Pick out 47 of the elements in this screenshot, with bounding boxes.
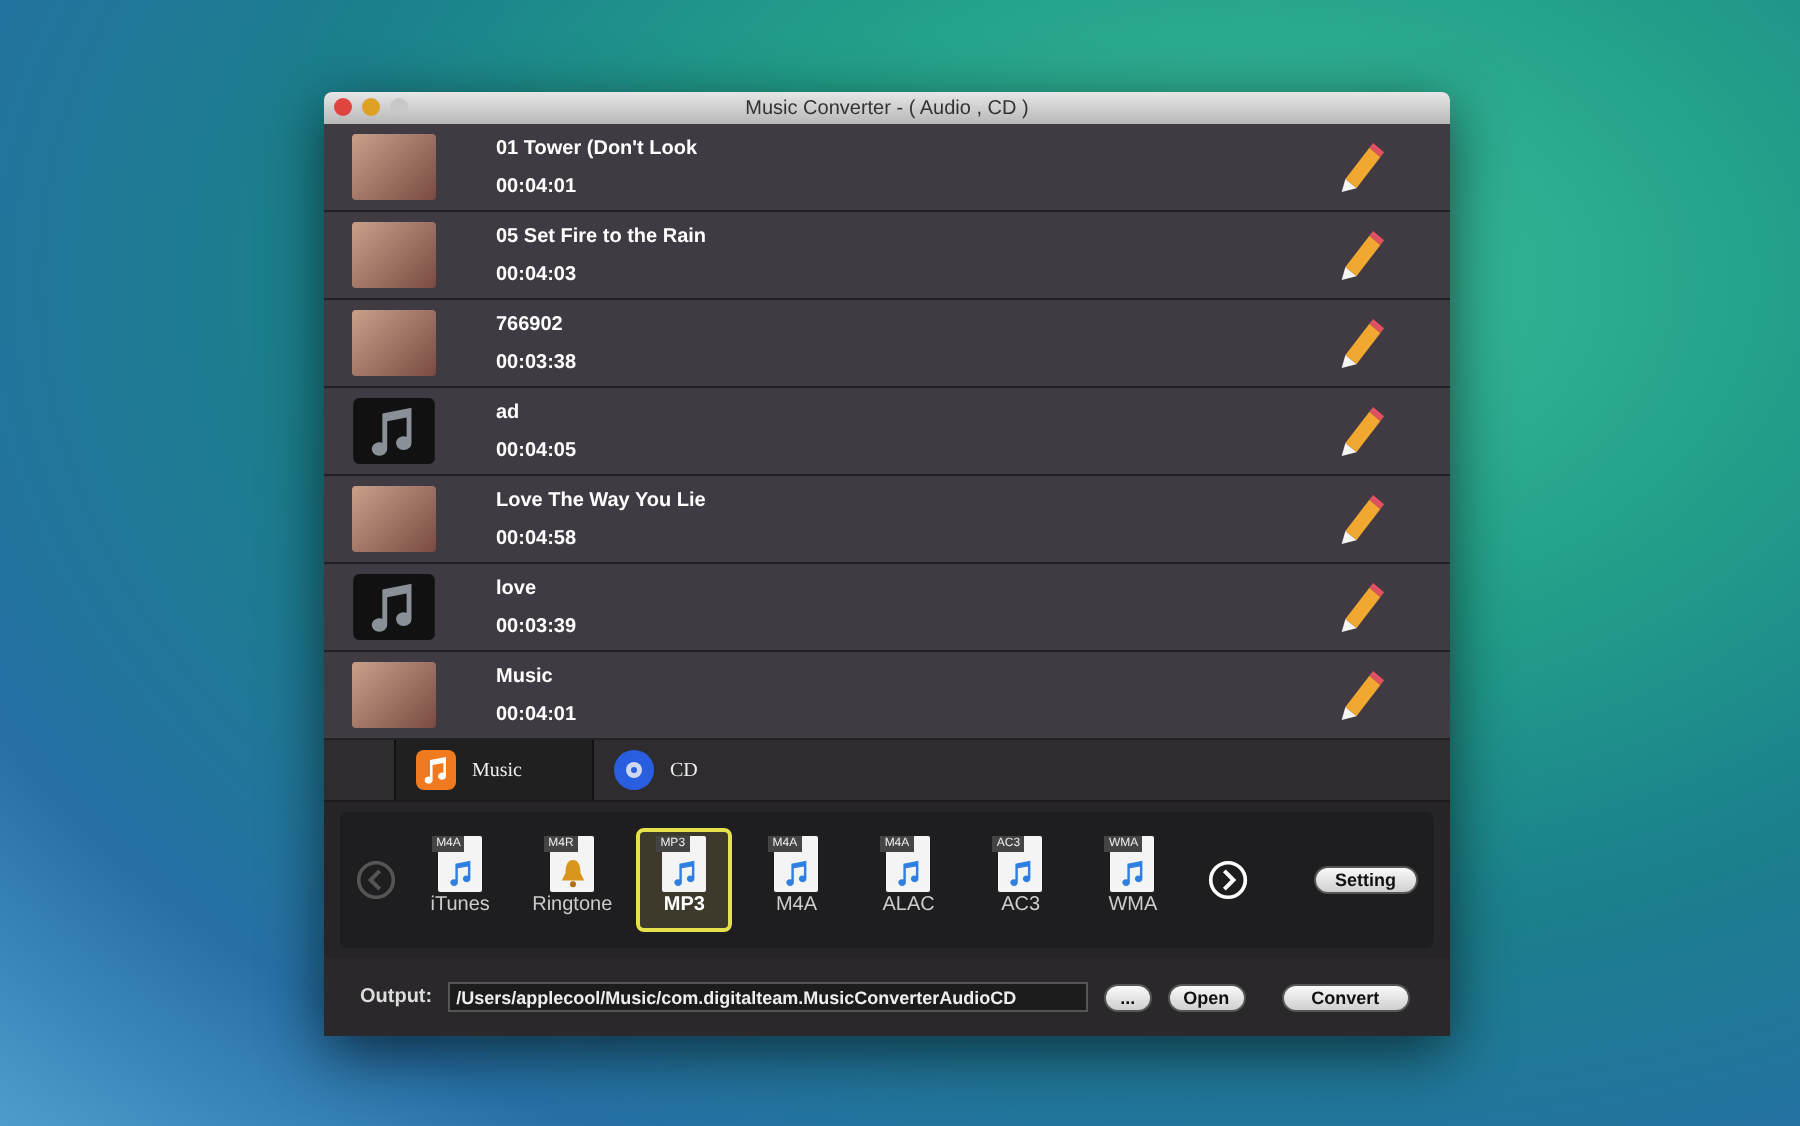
convert-button[interactable]: Convert (1281, 983, 1410, 1011)
track-title: 766902 (496, 313, 565, 335)
pencil-icon[interactable] (1338, 669, 1386, 721)
pencil-icon[interactable] (1338, 141, 1386, 193)
track-row[interactable]: ad 00:04:05 (324, 388, 1450, 476)
track-duration: 00:04:58 (496, 527, 579, 549)
track-row[interactable]: Love The Way You Lie 00:04:58 (324, 476, 1450, 564)
window-title: Music Converter - ( Audio , CD ) (745, 97, 1029, 119)
disc-icon (614, 750, 654, 790)
track-title: Love The Way You Lie (496, 489, 708, 511)
pencil-icon[interactable] (1338, 405, 1386, 457)
music-note-icon (352, 574, 436, 640)
track-duration: 00:03:39 (496, 615, 579, 637)
track-duration: 00:04:01 (496, 703, 579, 725)
pencil-icon[interactable] (1338, 317, 1386, 369)
pencil-icon[interactable] (1338, 581, 1386, 633)
album-photo-placeholder (352, 222, 436, 288)
track-title: ad (496, 401, 522, 423)
close-button[interactable] (334, 98, 352, 116)
track-title: 05 Set Fire to the Rain (496, 225, 709, 247)
track-title: love (496, 577, 539, 599)
source-tab[interactable]: Music (394, 740, 594, 800)
music-note-icon (352, 398, 436, 464)
track-duration: 00:04:03 (496, 263, 579, 285)
track-duration: 00:04:01 (496, 175, 579, 197)
music-app-icon (416, 750, 456, 790)
track-duration: 00:03:38 (496, 351, 579, 373)
track-row[interactable]: 01 Tower (Don't Look 00:04:01 (324, 124, 1450, 212)
track-row[interactable]: Music 00:04:01 (324, 652, 1450, 740)
track-row[interactable]: 05 Set Fire to the Rain 00:04:03 (324, 212, 1450, 300)
track-duration: 00:04:05 (496, 439, 579, 461)
pencil-icon[interactable] (1338, 493, 1386, 545)
album-photo-placeholder (352, 134, 436, 200)
output-path-field[interactable]: /Users/applecool/Music/com.digitalteam.MusicConverterAudioCD (448, 982, 1089, 1012)
track-row[interactable]: 766902 00:03:38 (324, 300, 1450, 388)
source-tab[interactable]: CD (594, 740, 794, 800)
output-label: Output: (360, 986, 433, 1008)
open-button[interactable]: Open (1167, 983, 1246, 1011)
track-row[interactable]: love 00:03:39 (324, 564, 1450, 652)
browse-button[interactable]: ... (1104, 983, 1152, 1011)
album-photo-placeholder (352, 486, 436, 552)
album-photo-placeholder (352, 662, 436, 728)
track-title: Music (496, 665, 555, 687)
track-title: 01 Tower (Don't Look (496, 137, 700, 159)
pencil-icon[interactable] (1338, 229, 1386, 281)
setting-button[interactable]: Setting (1313, 866, 1418, 894)
album-photo-placeholder (352, 310, 436, 376)
